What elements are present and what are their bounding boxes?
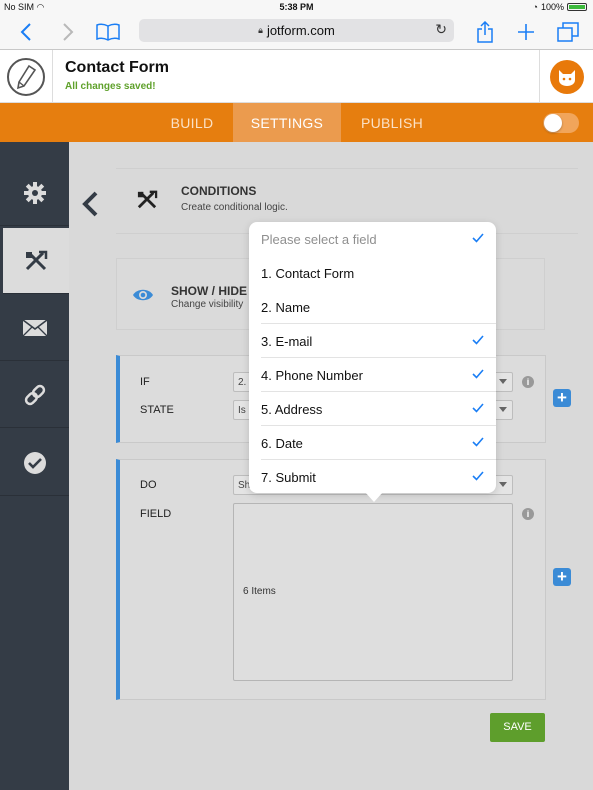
show-hide-subtitle: Change visibility — [171, 299, 244, 310]
reload-icon[interactable]: ↻ — [435, 21, 447, 38]
jotform-logo[interactable] — [0, 50, 53, 103]
state-label: STATE — [140, 404, 174, 416]
settings-sidebar — [0, 142, 69, 790]
back-chevron-icon[interactable] — [80, 190, 100, 218]
add-action-button[interactable]: + — [553, 568, 571, 586]
sidebar-item-thankyou[interactable] — [0, 362, 69, 428]
rotation-lock-icon: ◔ — [532, 2, 538, 12]
new-tab-icon[interactable] — [512, 18, 540, 46]
selected-items-count: 6 Items — [243, 586, 276, 597]
tabs-overview-icon[interactable] — [554, 18, 582, 46]
add-condition-button[interactable]: + — [553, 389, 571, 407]
link-icon — [24, 384, 45, 405]
sidebar-item-conditions[interactable] — [3, 228, 69, 294]
tab-build[interactable]: BUILD — [160, 103, 224, 142]
conditions-subtitle: Create conditional logic. — [181, 202, 288, 213]
form-toggle-switch[interactable] — [543, 113, 579, 133]
save-status: All changes saved! — [65, 81, 156, 92]
picker-option[interactable]: 1. Contact Form — [249, 256, 496, 290]
sidebar-item-publish-check[interactable] — [0, 430, 69, 496]
browser-toolbar: 🔒︎ jotform.com ↻ — [0, 14, 593, 50]
picker-option[interactable]: 7. Submit — [249, 460, 496, 493]
info-icon[interactable]: i — [522, 508, 534, 520]
if-field-value: 2. — [238, 377, 247, 388]
forward-icon[interactable] — [54, 18, 82, 46]
chevron-down-icon — [499, 407, 507, 412]
tab-bar: BUILD SETTINGS PUBLISH — [0, 103, 593, 142]
share-icon[interactable] — [471, 18, 499, 46]
if-label: IF — [140, 376, 150, 388]
chevron-down-icon — [499, 379, 507, 384]
gear-icon — [23, 181, 46, 204]
sidebar-item-settings[interactable] — [0, 160, 69, 226]
picker-placeholder: Please select a field — [261, 232, 377, 247]
field-label: FIELD — [140, 508, 172, 520]
checkmark-icon — [472, 335, 484, 345]
avatar-icon — [549, 59, 584, 94]
app-header: Contact Form All changes saved! — [0, 50, 593, 103]
checkmark-icon — [472, 233, 484, 243]
picker-option[interactable]: 6. Date — [249, 426, 496, 460]
chevron-down-icon — [499, 482, 507, 487]
info-icon[interactable]: i — [522, 376, 534, 388]
field-picker-popover: Please select a field 1. Contact Form 2.… — [249, 222, 496, 493]
do-label: DO — [140, 479, 157, 491]
conditions-icon — [25, 250, 48, 270]
url-text: jotform.com — [266, 23, 335, 38]
picker-option[interactable]: 2. Name — [249, 290, 496, 324]
picker-option[interactable]: 5. Address — [249, 392, 496, 426]
checkmark-icon — [472, 369, 484, 379]
state-value: Is — [238, 405, 246, 416]
form-title: Contact Form — [65, 59, 169, 76]
checkmark-icon — [472, 403, 484, 413]
conditions-icon — [136, 190, 158, 215]
battery-area: ◔ 100% — [533, 2, 587, 12]
popover-arrow — [365, 492, 383, 502]
url-bar[interactable]: 🔒︎ jotform.com ↻ — [139, 19, 454, 42]
picker-option[interactable]: 4. Phone Number — [249, 358, 496, 392]
checkmark-circle-icon — [23, 451, 46, 474]
bookmarks-icon[interactable] — [94, 18, 122, 46]
show-hide-title: SHOW / HIDE — [171, 284, 248, 298]
checkmark-icon — [472, 437, 484, 447]
tab-settings[interactable]: SETTINGS — [233, 103, 341, 142]
picker-option-label: 6. Date — [261, 436, 303, 451]
pencil-icon — [7, 57, 45, 96]
picker-option[interactable]: 3. E-mail — [249, 324, 496, 358]
back-icon[interactable] — [12, 18, 40, 46]
battery-icon — [567, 3, 587, 11]
picker-option-label: 4. Phone Number — [261, 368, 363, 383]
picker-option-label: 7. Submit — [261, 470, 316, 485]
tab-publish[interactable]: PUBLISH — [352, 103, 432, 142]
picker-option-label: 1. Contact Form — [261, 266, 355, 281]
battery-percent: 100% — [540, 2, 564, 12]
checkmark-icon — [472, 471, 484, 481]
eye-icon — [132, 287, 154, 308]
picker-placeholder-row[interactable]: Please select a field — [249, 222, 496, 256]
picker-option-label: 2. Name — [261, 300, 311, 315]
picker-option-label: 3. E-mail — [261, 334, 313, 349]
save-button[interactable]: SAVE — [490, 713, 545, 742]
lock-icon: 🔒︎ — [258, 25, 263, 35]
envelope-icon — [22, 318, 47, 336]
user-avatar-button[interactable] — [539, 50, 593, 103]
picker-option-label: 5. Address — [261, 402, 323, 417]
sidebar-item-emails[interactable] — [0, 295, 69, 361]
status-bar: No SIM ◠ 5:38 PM ◔ 100% — [0, 0, 593, 14]
conditions-title: CONDITIONS — [181, 184, 257, 198]
clock: 5:38 PM — [279, 2, 314, 12]
